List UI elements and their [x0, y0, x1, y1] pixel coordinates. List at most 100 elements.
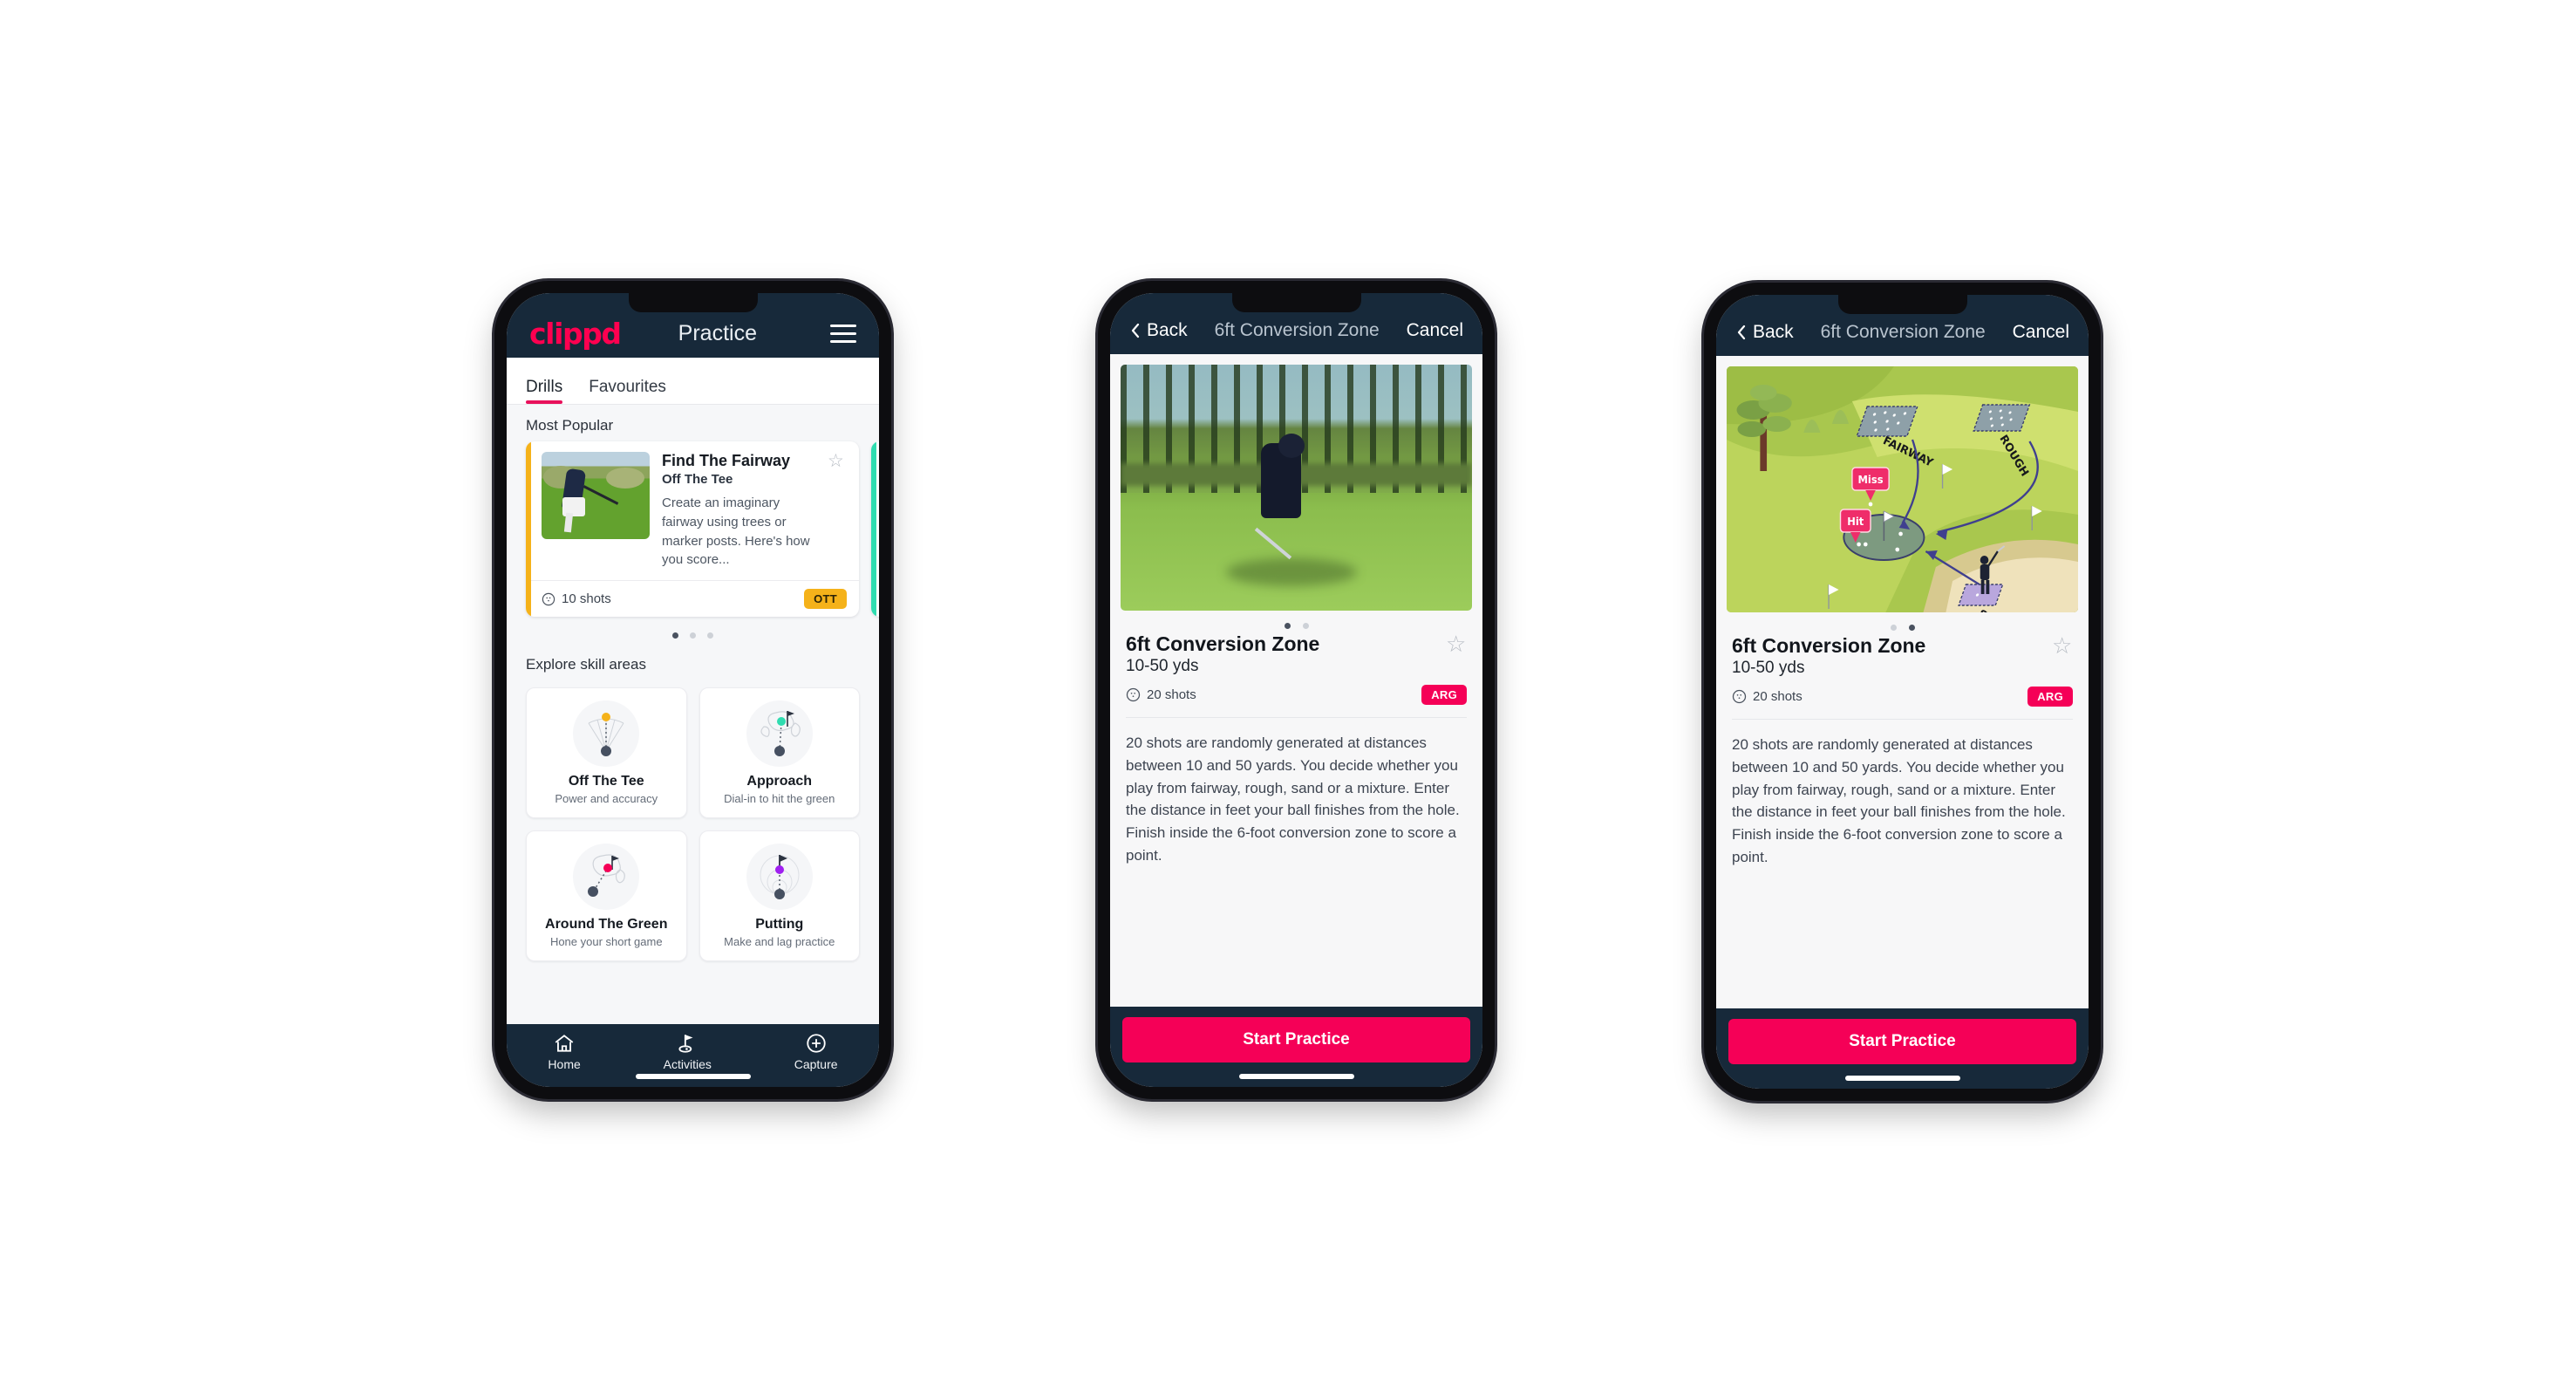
shots-meta: 10 shots: [542, 591, 611, 606]
back-button[interactable]: Back: [1735, 322, 1794, 343]
detail-title-row: 6ft Conversion Zone 10-50 yds ☆: [1732, 634, 2073, 678]
detail-meta: 6ft Conversion Zone 10-50 yds ☆ 20 shots…: [1716, 634, 2089, 707]
pager-dot[interactable]: [1890, 625, 1897, 631]
drill-hero-illustration[interactable]: FAIRWAY ROUGH Miss Hit: [1727, 366, 2078, 612]
phone2-screen: Back 6ft Conversion Zone Cancel 6ft Conv…: [1110, 293, 1482, 1087]
device-notch: [628, 293, 758, 312]
detail-body: FAIRWAY ROUGH Miss Hit 6ft Conversion Zo…: [1716, 356, 2089, 1008]
detail-subtitle: 10-50 yds: [1126, 657, 1199, 675]
home-indicator: [1238, 1074, 1354, 1079]
device-notch: [1837, 295, 1967, 314]
home-indicator: [1844, 1076, 1960, 1081]
detail-title-group: 6ft Conversion Zone 10-50 yds: [1732, 634, 1925, 678]
chip-green-icon: [573, 844, 640, 910]
tab-bar: Drills Favourites: [507, 358, 879, 405]
start-practice-button[interactable]: Start Practice: [1728, 1019, 2076, 1064]
star-outline-icon[interactable]: ☆: [2052, 634, 2073, 657]
nav-label: Capture: [794, 1056, 838, 1071]
carousel-pager[interactable]: [507, 617, 879, 644]
phone3-screen: Back 6ft Conversion Zone Cancel FAIRWAY …: [1716, 295, 2089, 1089]
chevron-left-icon: [1737, 325, 1746, 340]
card-accent-stripe: [526, 441, 531, 617]
plus-circle-icon: [806, 1033, 826, 1053]
pager-dot[interactable]: [672, 632, 678, 639]
media-pager[interactable]: [1110, 611, 1482, 632]
home-indicator: [635, 1074, 751, 1079]
shots-count: 20 shots: [1147, 687, 1196, 702]
skill-card-putting[interactable]: Putting Make and lag practice: [699, 830, 860, 961]
svg-text:Miss: Miss: [1857, 474, 1883, 486]
skill-name: Putting: [755, 917, 804, 932]
drill-card-body: Find The Fairway Off The Tee Create an i…: [526, 441, 859, 580]
golf-flag-icon: [678, 1034, 693, 1053]
star-outline-icon[interactable]: ☆: [828, 452, 848, 570]
drill-title: Find The Fairway: [662, 452, 791, 469]
tab-favourites[interactable]: Favourites: [589, 378, 666, 404]
pager-dot[interactable]: [690, 632, 696, 639]
drill-card-text: Find The Fairway Off The Tee Create an i…: [662, 452, 815, 570]
drill-hero-photo[interactable]: [1121, 365, 1472, 611]
detail-meta: 6ft Conversion Zone 10-50 yds ☆ 20 shots…: [1110, 632, 1482, 705]
nav-item-activities[interactable]: Activities: [664, 1032, 712, 1071]
nav-label: Activities: [663, 1056, 712, 1071]
drill-description: Create an imaginary fairway using trees …: [662, 495, 810, 568]
clock-icon: [542, 592, 555, 605]
clock-icon: [1126, 687, 1141, 702]
phone-device-drill-detail-photo: Back 6ft Conversion Zone Cancel 6ft Conv…: [1098, 281, 1495, 1099]
pager-dot[interactable]: [1908, 625, 1915, 631]
section-most-popular-label: Most Popular: [526, 417, 614, 434]
skill-desc: Hone your short game: [549, 935, 663, 948]
detail-description: 20 shots are randomly generated at dista…: [1732, 736, 2066, 866]
hamburger-icon[interactable]: [830, 324, 856, 343]
page-title: Practice: [678, 320, 757, 345]
nav-item-capture[interactable]: Capture: [794, 1032, 838, 1071]
pager-dot[interactable]: [1302, 623, 1309, 629]
golf-hole-diagram: FAIRWAY ROUGH Miss Hit: [1727, 366, 2078, 612]
detail-title-group: 6ft Conversion Zone 10-50 yds: [1126, 632, 1319, 676]
back-button[interactable]: Back: [1129, 320, 1188, 341]
detail-shots-row: 20 shots ARG: [1126, 685, 1467, 705]
detail-description: 20 shots are randomly generated at dista…: [1126, 734, 1460, 864]
cancel-button[interactable]: Cancel: [2013, 322, 2069, 343]
drill-card[interactable]: Find The Fairway Off The Tee Create an i…: [526, 441, 859, 617]
detail-title: 6ft Conversion Zone: [1732, 634, 1926, 657]
content-scroll-area[interactable]: Most Popular Find The Fairway Off The Te…: [507, 405, 879, 1024]
skill-badge: OTT: [804, 589, 847, 609]
drill-thumbnail: [542, 452, 650, 539]
detail-shots-row: 20 shots ARG: [1732, 687, 2073, 707]
detail-body: 6ft Conversion Zone 10-50 yds ☆ 20 shots…: [1110, 354, 1482, 1007]
putting-rings-icon: [746, 844, 813, 910]
chevron-left-icon: [1131, 323, 1140, 338]
phone1-screen: clippd Practice Drills Favourites Most P…: [507, 293, 879, 1087]
pager-dot[interactable]: [707, 632, 713, 639]
most-popular-carousel[interactable]: Find The Fairway Off The Tee Create an i…: [507, 441, 879, 617]
detail-title: 6ft Conversion Zone: [1126, 632, 1320, 655]
section-explore-label: Explore skill areas: [526, 656, 646, 673]
pager-dot[interactable]: [1284, 623, 1291, 629]
back-label: Back: [1147, 320, 1188, 340]
svg-text:Hit: Hit: [1847, 516, 1864, 528]
start-practice-button[interactable]: Start Practice: [1122, 1017, 1470, 1062]
nav-item-home[interactable]: Home: [548, 1032, 581, 1071]
skill-name: Around The Green: [545, 917, 668, 932]
drill-card-next-peek[interactable]: [871, 441, 879, 617]
clippd-logo: clippd: [529, 316, 622, 351]
back-label: Back: [1753, 322, 1794, 342]
drill-subtitle: Off The Tee: [662, 472, 733, 487]
media-pager[interactable]: [1716, 612, 2089, 634]
device-notch: [1231, 293, 1361, 312]
skill-card-around-the-green[interactable]: Around The Green Hone your short game: [526, 830, 687, 961]
screenshot-stage: clippd Practice Drills Favourites Most P…: [0, 0, 2576, 1387]
skill-name: Off The Tee: [568, 774, 644, 789]
skill-card-off-the-tee[interactable]: Off The Tee Power and accuracy: [526, 687, 687, 818]
skill-badge: ARG: [1421, 685, 1467, 705]
shots-meta: 20 shots: [1732, 689, 1803, 704]
phone-device-drill-detail-illustration: Back 6ft Conversion Zone Cancel FAIRWAY …: [1704, 283, 2101, 1101]
star-outline-icon[interactable]: ☆: [1446, 632, 1467, 655]
phone-device-practice-list: clippd Practice Drills Favourites Most P…: [494, 281, 891, 1099]
tab-drills[interactable]: Drills: [526, 378, 563, 404]
cancel-button[interactable]: Cancel: [1407, 320, 1463, 341]
navbar-title: 6ft Conversion Zone: [1214, 320, 1380, 340]
skill-card-approach[interactable]: Approach Dial-in to hit the green: [699, 687, 860, 818]
shots-meta: 20 shots: [1126, 687, 1196, 702]
